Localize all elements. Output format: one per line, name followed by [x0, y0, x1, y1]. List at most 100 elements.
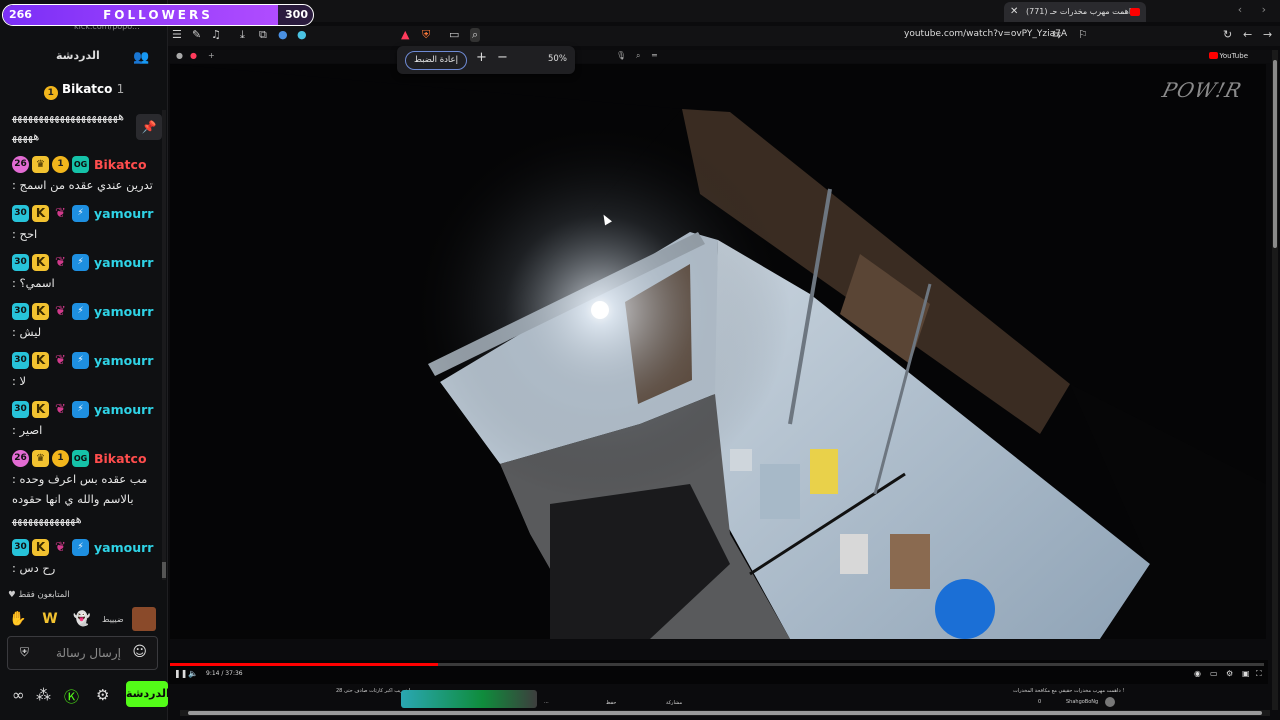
emote-hand-icon[interactable]: ✋: [6, 607, 30, 631]
address-bar[interactable]: youtube.com/watch?v=ovPY_Yzia7A: [904, 29, 1067, 39]
rec-thumbnail[interactable]: [401, 690, 537, 708]
chat-username[interactable]: Bikatco: [94, 157, 147, 172]
yt-search-icon[interactable]: ⌕: [636, 51, 640, 61]
dots-icon[interactable]: ⁂: [36, 686, 51, 704]
chat-message: 30 K ❦ ⚡ yamourr رح دس :: [12, 536, 156, 578]
bolt-badge-icon: ⚡: [72, 204, 89, 222]
sub-badge-icon: 30: [12, 351, 29, 369]
followers-target: 300: [285, 8, 308, 21]
chat-send-button[interactable]: الدردشة: [126, 681, 170, 707]
followers-label: FOLLOWERS: [103, 8, 213, 22]
channel-name[interactable]: ShahgoBoNg: [1066, 699, 1098, 705]
pinned-user[interactable]: 1 Bikatco 1: [0, 82, 168, 102]
chat-username[interactable]: yamourr: [94, 402, 153, 417]
tab-scroll-arrows[interactable]: ‹ ›: [1238, 3, 1274, 16]
tab-bar: + ✕ (771) داهمت مهرب مخدرات حـ ‹ ›: [168, 0, 1280, 22]
cast-icon[interactable]: ▭: [449, 28, 459, 41]
users-icon[interactable]: 👥: [133, 50, 149, 65]
horizontal-scrollbar[interactable]: [180, 710, 1270, 716]
chat-message: 30 K ❦ ⚡ yamourr اصير :: [12, 398, 156, 440]
tab-youtube[interactable]: ✕ (771) داهمت مهرب مخدرات حـ: [1004, 2, 1146, 22]
chat-scrollbar[interactable]: [162, 110, 166, 580]
pin-icon[interactable]: 📌: [136, 114, 162, 140]
share-icon[interactable]: ⇆: [1052, 28, 1061, 41]
yt-search-box[interactable]: ═: [652, 51, 657, 60]
yt-notify-icon[interactable]: ●: [190, 51, 197, 60]
zoom-in-button[interactable]: +: [476, 50, 487, 65]
extension-blue-icon[interactable]: ●: [278, 28, 288, 41]
yt-create-icon[interactable]: +: [208, 51, 215, 60]
chat-username[interactable]: yamourr: [94, 304, 153, 319]
fullscreen-icon[interactable]: ⛶: [1256, 669, 1262, 679]
bolt-badge-icon: ⚡: [72, 253, 89, 271]
miniplayer-icon[interactable]: ▣: [1242, 669, 1250, 678]
menu-icon[interactable]: ☰: [172, 28, 182, 41]
chat-message-text: ﻫﻬﻬﻬﻬﻬﻬﻬﻬﻬﻬﻬﻬﻬﻬﻬﻬﻬﻬﻬﻬ: [12, 109, 125, 123]
autoplay-toggle-icon[interactable]: ◉: [1194, 669, 1201, 678]
rec-left-title[interactable]: تهريب اكبر كارثات صادف حتى 28 !: [336, 688, 411, 694]
forward-icon[interactable]: →: [1263, 28, 1272, 41]
extension-cyan-icon[interactable]: ●: [297, 28, 307, 41]
emote-w-icon[interactable]: W: [38, 607, 62, 631]
back-icon[interactable]: ←: [1243, 28, 1252, 41]
gear-icon[interactable]: ⚙: [96, 686, 109, 704]
zoom-icon[interactable]: ⌕: [470, 28, 481, 42]
download-icon[interactable]: ⤓: [240, 28, 245, 42]
reload-icon[interactable]: ↻: [1223, 28, 1232, 41]
music-icon[interactable]: ♫: [211, 28, 221, 41]
chat-username[interactable]: yamourr: [94, 353, 153, 368]
followers-only-text: المتابعون فقط: [18, 590, 70, 600]
tab-title: (771) داهمت مهرب مخدرات حـ: [1026, 7, 1135, 16]
sub-badge-icon: 26: [12, 449, 29, 467]
emote-face-icon[interactable]: [131, 607, 156, 631]
sub-badge-icon: 30: [12, 400, 29, 418]
zoom-reset-button[interactable]: إعادة الضبط: [405, 51, 467, 70]
video-progress-bar[interactable]: [170, 663, 1264, 666]
close-tab-icon[interactable]: ✕: [1010, 2, 1018, 22]
sub-badge-icon: 30: [12, 302, 29, 320]
subtitles-icon[interactable]: ▭: [1210, 669, 1218, 678]
chat-username[interactable]: Bikatco: [94, 451, 147, 466]
youtube-header: ● ● + 🎙 ⌕ ═ YouTube: [168, 50, 1272, 63]
volume-icon[interactable]: 🔈: [188, 669, 198, 678]
pin-tool-icon[interactable]: ✎: [192, 28, 201, 41]
emote-ghost-icon[interactable]: 👻: [70, 607, 94, 631]
more-icon[interactable]: ⋯: [544, 700, 549, 706]
heart-icon: ♥: [8, 590, 16, 600]
kick-logo-icon[interactable]: Ⓚ: [64, 686, 79, 707]
chat-username[interactable]: yamourr: [94, 255, 153, 270]
shield-icon[interactable]: ⛨: [20, 645, 29, 660]
bookmark-icon[interactable]: ⚐: [1078, 28, 1088, 41]
extensions-icon[interactable]: ⧉: [259, 28, 267, 42]
yt-avatar-icon[interactable]: ●: [176, 51, 183, 60]
vertical-scrollbar[interactable]: [1272, 50, 1278, 710]
youtube-logo[interactable]: YouTube: [1208, 52, 1248, 60]
share-label[interactable]: مشاركة: [666, 700, 682, 706]
coin-icon: 1: [43, 86, 58, 100]
infinity-icon[interactable]: ∞: [12, 686, 25, 704]
chat-username[interactable]: yamourr: [94, 206, 153, 221]
chat-input[interactable]: ⛨ إرسال رسالة ☺: [7, 636, 158, 670]
like-count[interactable]: 0: [1038, 699, 1041, 705]
save-label[interactable]: حفظ: [606, 700, 616, 706]
brave-rewards-icon[interactable]: ▲: [401, 28, 409, 41]
chat-message: 26 ♛ 1 OG Bikatco مب عقده بس اعرف وحده : بالاس…: [12, 447, 156, 529]
settings-icon[interactable]: ⚙: [1226, 669, 1233, 678]
chat-message-text: لا :: [12, 374, 27, 388]
video-watermark: POW!R: [1160, 78, 1246, 102]
zoom-out-button[interactable]: −: [497, 50, 508, 65]
chat-message-text: ﻫﻬﻬﻬﻬﻬﻬﻬﻬﻬﻬﻬﻬ: [12, 512, 82, 526]
yt-mic-icon[interactable]: 🎙: [616, 51, 626, 60]
channel-avatar[interactable]: [1105, 697, 1115, 707]
emoji-icon[interactable]: ☺: [132, 644, 147, 660]
below-video-bar: تهريب اكبر كارثات صادف حتى 28 ! ⋯ حفظ مش…: [168, 684, 1268, 710]
coin-badge-icon: 1: [52, 155, 69, 173]
chat-message-text: اصير :: [12, 423, 43, 437]
chat-username[interactable]: yamourr: [94, 540, 153, 555]
brave-shield-icon[interactable]: ⛨: [422, 28, 430, 42]
pause-icon[interactable]: ❚❚: [174, 669, 187, 678]
video-player[interactable]: POW!R: [170, 64, 1266, 639]
kick-badge-icon: K: [32, 302, 49, 320]
video-frame: [170, 64, 1266, 639]
chat-message: 30 K ❦ ⚡ yamourr ليش :: [12, 300, 156, 342]
